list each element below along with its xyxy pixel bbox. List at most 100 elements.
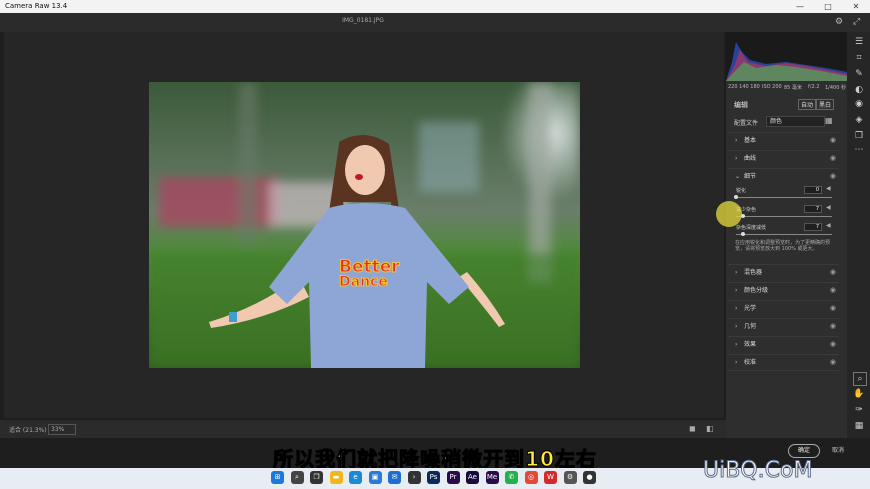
color-noise-slider-knob[interactable] <box>740 232 745 236</box>
minimize-button[interactable]: — <box>786 0 814 13</box>
view-mode-icon[interactable]: ◼ <box>689 424 696 433</box>
mask-icon[interactable]: ◐ <box>853 84 865 96</box>
section-label: 校准 <box>744 359 757 366</box>
edit-sliders-icon[interactable]: ☰ <box>853 36 865 48</box>
maximize-button[interactable]: □ <box>814 0 842 13</box>
triangle-icon: ◀ <box>826 222 831 229</box>
noise-reduction-track[interactable] <box>736 216 832 217</box>
triangle-icon: ◀ <box>826 204 831 211</box>
section-color-grading[interactable]: › 颜色分级 ◉ <box>728 282 839 298</box>
healing-brush-icon[interactable]: ✎ <box>853 68 865 80</box>
tool-strip: ☰ ⌗ ✎ ◐ ◉ ◈ ❐ ⋯ ⌕ ✋ ✑ ▦ <box>847 32 870 438</box>
rgb-readout: 220 140 180 <box>728 84 760 90</box>
taskbar-store-icon[interactable]: ▣ <box>368 471 382 484</box>
settings-gear-icon[interactable]: ⚙ <box>835 17 843 27</box>
photo-preview[interactable]: Better Dance <box>149 82 580 368</box>
visibility-eye-icon[interactable]: ◉ <box>830 301 836 316</box>
taskbar-wechat-icon[interactable]: ✆ <box>505 471 518 484</box>
taskbar-terminal-icon[interactable]: › <box>407 471 421 484</box>
triangle-icon: ◀ <box>826 185 831 192</box>
focal-readout: 85 毫米 <box>784 85 802 91</box>
fit-zoom-label[interactable]: 适合 (21.3%) <box>9 425 47 434</box>
taskbar-settings-icon[interactable]: ⚙ <box>563 471 577 484</box>
taskbar-after-effects-icon[interactable]: Ae <box>466 471 479 484</box>
taskbar-chrome-icon[interactable]: ◎ <box>524 471 538 484</box>
color-noise-value[interactable]: 7 <box>804 223 822 231</box>
visibility-eye-icon[interactable]: ◉ <box>830 169 836 184</box>
profile-select[interactable]: 颜色 <box>766 116 825 127</box>
presets-icon[interactable]: ◈ <box>853 114 865 126</box>
taskbar-task-view-icon[interactable]: ❐ <box>310 471 323 484</box>
detail-preview-note: 在应用锐化和调整预览时，为了更精确的预览，请将预览放大到 100% 或更大。 <box>735 240 831 252</box>
chevron-right-icon: › <box>735 287 738 294</box>
file-bar: IMG_0181.JPG ⚙ ⤢ <box>0 13 870 32</box>
zoom-select[interactable]: 33% <box>48 424 76 435</box>
bottom-bar: 适合 (21.3%) 33% ◼ ◧ <box>0 420 726 438</box>
close-button[interactable]: ✕ <box>842 0 870 13</box>
taskbar-search-icon[interactable]: ⌕ <box>290 471 304 484</box>
auto-button[interactable]: 自动 <box>798 99 817 110</box>
visibility-eye-icon[interactable]: ◉ <box>830 151 836 166</box>
bw-button[interactable]: 黑白 <box>816 99 835 110</box>
chevron-right-icon: › <box>735 155 738 162</box>
section-basic[interactable]: › 基本 ◉ <box>728 132 839 148</box>
color-noise-label: 杂色深度减低 <box>736 225 767 231</box>
app-title: Camera Raw 13.4 <box>5 2 68 10</box>
sharpen-value[interactable]: 0 <box>804 186 822 194</box>
section-geometry[interactable]: › 几何 ◉ <box>728 318 839 334</box>
taskbar-premiere-icon[interactable]: Pr <box>446 471 460 484</box>
section-label: 颜色分级 <box>744 287 769 294</box>
section-optics[interactable]: › 光学 ◉ <box>728 300 839 316</box>
sharpen-slider-knob[interactable] <box>734 195 738 199</box>
visibility-eye-icon[interactable]: ◉ <box>830 319 836 334</box>
chevron-right-icon: › <box>735 137 738 144</box>
taskbar-file-explorer-icon[interactable]: ▬ <box>329 471 343 484</box>
zoom-icon[interactable]: ⌕ <box>853 372 867 386</box>
taskbar-media-encoder-icon[interactable]: Me <box>485 471 499 484</box>
chevron-right-icon: › <box>735 305 738 312</box>
fullscreen-icon[interactable]: ⤢ <box>853 17 860 27</box>
noise-reduction-value[interactable]: 7 <box>804 205 822 213</box>
eyedropper-icon[interactable]: ✑ <box>853 404 865 416</box>
sharpen-label: 锐化 <box>736 188 747 194</box>
profile-label: 配置文件 <box>734 120 759 127</box>
taskbar-mail-icon[interactable]: ✉ <box>388 471 401 484</box>
iso-readout: ISO 200 <box>762 84 782 90</box>
edit-title: 编辑 <box>734 101 748 109</box>
chevron-right-icon: › <box>735 341 738 348</box>
section-label: 效果 <box>744 341 757 348</box>
crop-icon[interactable]: ⌗ <box>853 52 865 64</box>
profile-browser-icon[interactable]: ▦ <box>825 116 833 125</box>
visibility-eye-icon[interactable]: ◉ <box>830 337 836 352</box>
section-detail[interactable]: ⌄ 细节 ◉ <box>728 168 839 184</box>
section-calibration[interactable]: › 校准 ◉ <box>728 354 839 371</box>
grid-icon[interactable]: ▦ <box>853 420 865 432</box>
taskbar-obs-icon[interactable]: ● <box>583 471 596 484</box>
sharpen-track[interactable] <box>736 197 832 198</box>
before-after-icon[interactable]: ◧ <box>706 424 714 433</box>
section-label: 基本 <box>744 137 757 144</box>
taskbar-edge-icon[interactable]: e <box>349 471 362 484</box>
chevron-right-icon: › <box>735 323 738 330</box>
taskbar-windows-start-icon[interactable]: ⊞ <box>271 471 284 484</box>
visibility-eye-icon[interactable]: ◉ <box>830 355 836 370</box>
taskbar-wps-icon[interactable]: W <box>544 471 557 484</box>
section-label: 细节 <box>744 173 757 180</box>
section-effects[interactable]: › 效果 ◉ <box>728 336 839 352</box>
section-label: 曲线 <box>744 155 757 162</box>
hand-icon[interactable]: ✋ <box>853 388 865 400</box>
more-icon[interactable]: ⋯ <box>853 144 865 156</box>
section-color-mixer[interactable]: › 混色器 ◉ <box>728 264 839 280</box>
file-name: IMG_0181.JPG <box>342 17 384 24</box>
histogram <box>726 32 847 81</box>
visibility-eye-icon[interactable]: ◉ <box>830 283 836 298</box>
histogram-info: 220 140 180 ISO 200 85 毫米 f/2.2 1/400 秒 <box>726 83 847 93</box>
aperture-readout: f/2.2 <box>808 84 820 90</box>
visibility-eye-icon[interactable]: ◉ <box>830 265 836 280</box>
visibility-eye-icon[interactable]: ◉ <box>830 133 836 148</box>
snapshots-icon[interactable]: ❐ <box>853 130 865 142</box>
red-eye-icon[interactable]: ◉ <box>853 98 865 110</box>
taskbar-photoshop-icon[interactable]: Ps <box>427 471 440 484</box>
section-curve[interactable]: › 曲线 ◉ <box>728 150 839 166</box>
color-noise-track[interactable] <box>736 234 832 235</box>
